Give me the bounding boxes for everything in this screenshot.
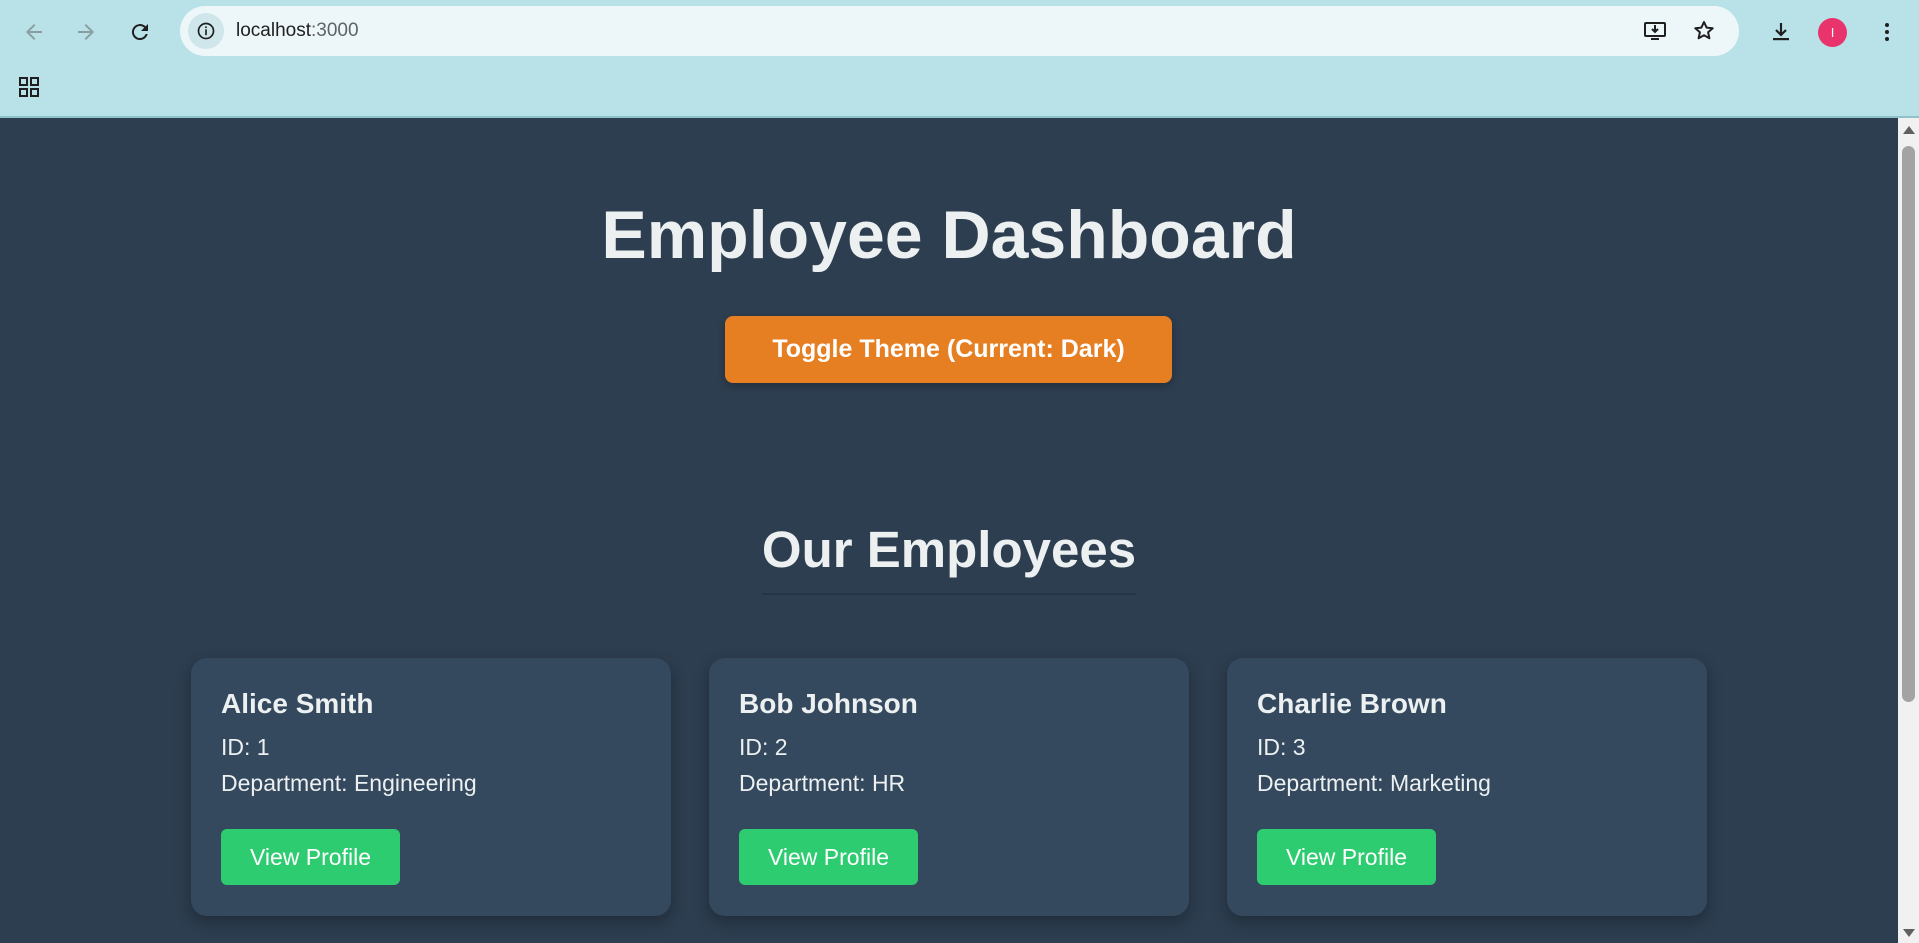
- more-menu-icon[interactable]: [1867, 12, 1907, 52]
- employee-id: ID: 1: [221, 734, 270, 760]
- vertical-scrollbar[interactable]: [1898, 118, 1919, 943]
- reload-icon[interactable]: [120, 12, 160, 52]
- scroll-up-arrow-icon[interactable]: [1903, 126, 1915, 134]
- employee-card: Bob Johnson ID: 2 Department: HR View Pr…: [709, 658, 1189, 916]
- employee-id: ID: 3: [1257, 734, 1306, 760]
- view-profile-button[interactable]: View Profile: [739, 829, 918, 885]
- url-text[interactable]: localhost:3000: [236, 20, 359, 42]
- employee-department: Department: HR: [739, 770, 906, 796]
- employee-department: Department: Marketing: [1257, 770, 1491, 796]
- employee-id: ID: 2: [739, 734, 788, 760]
- url-port: :3000: [311, 20, 359, 41]
- forward-icon[interactable]: [66, 12, 106, 52]
- view-profile-button[interactable]: View Profile: [221, 829, 400, 885]
- employee-name: Charlie Brown: [1257, 688, 1447, 719]
- scrollbar-thumb[interactable]: [1902, 146, 1915, 702]
- profile-avatar[interactable]: I: [1818, 18, 1847, 47]
- back-icon[interactable]: [14, 12, 54, 52]
- bookmark-star-icon[interactable]: [1688, 15, 1720, 47]
- scroll-down-arrow-icon[interactable]: [1903, 929, 1915, 937]
- section-title: Our Employees: [0, 520, 1898, 595]
- employee-name: Bob Johnson: [739, 688, 918, 719]
- employee-department: Department: Engineering: [221, 770, 477, 796]
- view-profile-button[interactable]: View Profile: [1257, 829, 1436, 885]
- url-host: localhost: [236, 20, 311, 41]
- site-info-icon[interactable]: [188, 13, 224, 49]
- employee-name: Alice Smith: [221, 688, 374, 719]
- address-bar[interactable]: localhost:3000: [180, 6, 1739, 56]
- apps-grid-icon[interactable]: [14, 72, 44, 102]
- toggle-theme-button[interactable]: Toggle Theme (Current: Dark): [725, 316, 1172, 383]
- page-content: Employee Dashboard Toggle Theme (Current…: [0, 118, 1898, 943]
- browser-toolbar: localhost:3000 I: [0, 0, 1919, 118]
- page-title: Employee Dashboard: [601, 197, 1297, 273]
- install-app-icon[interactable]: [1639, 15, 1671, 47]
- download-icon[interactable]: [1761, 12, 1801, 52]
- employee-card: Alice Smith ID: 1 Department: Engineerin…: [191, 658, 671, 916]
- employee-card: Charlie Brown ID: 3 Department: Marketin…: [1227, 658, 1707, 916]
- section-title-text: Our Employees: [761, 520, 1137, 595]
